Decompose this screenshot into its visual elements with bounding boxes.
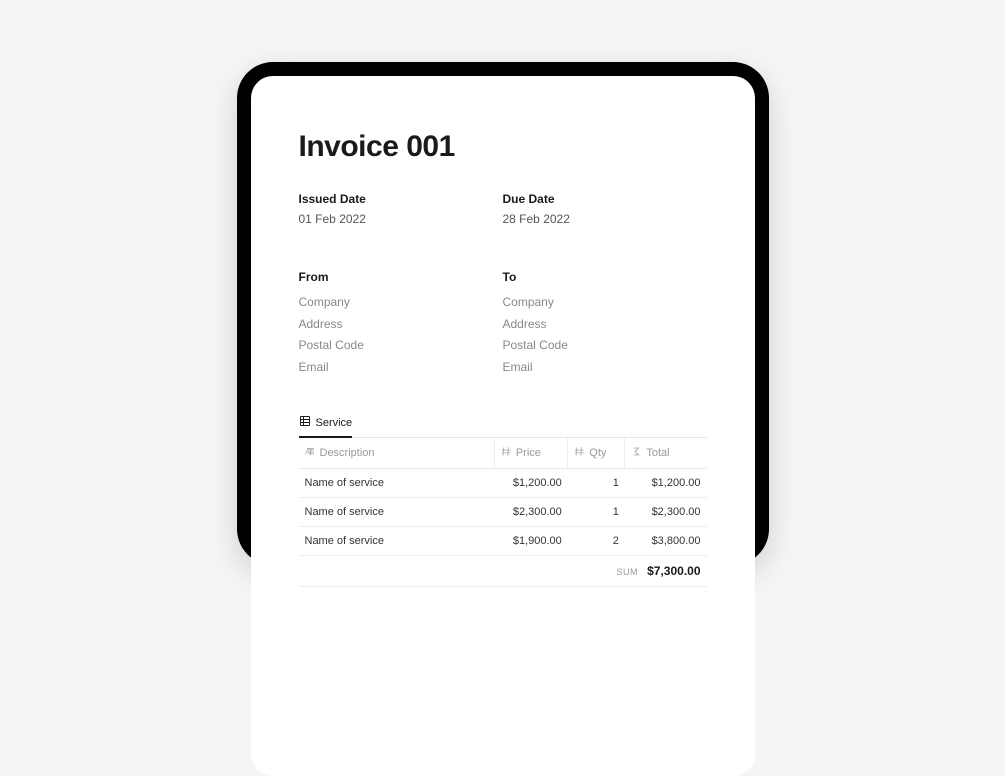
col-header-total[interactable]: Total <box>625 438 707 469</box>
cell-price: $1,900.00 <box>494 527 567 556</box>
cell-price: $2,300.00 <box>494 498 567 527</box>
to-email: Email <box>503 357 707 379</box>
from-block: From Company Address Postal Code Email <box>299 270 503 378</box>
sum-value: $7,300.00 <box>647 564 700 578</box>
cell-price: $1,200.00 <box>494 469 567 498</box>
to-postal: Postal Code <box>503 335 707 357</box>
due-date-label: Due Date <box>503 192 707 206</box>
table-row[interactable]: Name of service $2,300.00 1 $2,300.00 <box>299 498 707 527</box>
to-company: Company <box>503 292 707 314</box>
issued-date-label: Issued Date <box>299 192 503 206</box>
date-row: Issued Date 01 Feb 2022 Due Date 28 Feb … <box>299 192 707 226</box>
from-label: From <box>299 270 503 284</box>
cell-total: $3,800.00 <box>625 527 707 556</box>
from-company: Company <box>299 292 503 314</box>
cell-total: $1,200.00 <box>625 469 707 498</box>
from-postal: Postal Code <box>299 335 503 357</box>
svg-text:Aa: Aa <box>305 448 315 457</box>
to-block: To Company Address Postal Code Email <box>503 270 707 378</box>
to-address: Address <box>503 314 707 336</box>
cell-qty: 1 <box>568 498 625 527</box>
sum-label: SUM <box>617 567 645 577</box>
party-row: From Company Address Postal Code Email T… <box>299 270 707 378</box>
invoice-document: Invoice 001 Issued Date 01 Feb 2022 Due … <box>251 76 755 776</box>
table-tabs: Service <box>299 414 707 438</box>
cell-description: Name of service <box>299 498 495 527</box>
text-type-icon: Aa <box>305 446 316 460</box>
services-tbody: Name of service $1,200.00 1 $1,200.00 Na… <box>299 469 707 587</box>
cell-description: Name of service <box>299 469 495 498</box>
tab-service[interactable]: Service <box>299 415 353 438</box>
from-email: Email <box>299 357 503 379</box>
table-row[interactable]: Name of service $1,200.00 1 $1,200.00 <box>299 469 707 498</box>
sum-row: SUM $7,300.00 <box>299 556 707 587</box>
col-header-qty[interactable]: Qty <box>568 438 625 469</box>
cell-qty: 1 <box>568 469 625 498</box>
table-row[interactable]: Name of service $1,900.00 2 $3,800.00 <box>299 527 707 556</box>
number-icon <box>501 446 512 460</box>
due-date-value: 28 Feb 2022 <box>503 212 707 226</box>
col-header-price[interactable]: Price <box>494 438 567 469</box>
tab-service-label: Service <box>316 417 353 429</box>
table-icon <box>299 415 311 430</box>
issued-date-value: 01 Feb 2022 <box>299 212 503 226</box>
to-label: To <box>503 270 707 284</box>
page-title: Invoice 001 <box>299 130 707 164</box>
issued-date-block: Issued Date 01 Feb 2022 <box>299 192 503 226</box>
services-table: Aa Description Price <box>299 438 707 587</box>
due-date-block: Due Date 28 Feb 2022 <box>503 192 707 226</box>
col-header-description[interactable]: Aa Description <box>299 438 495 469</box>
cell-total: $2,300.00 <box>625 498 707 527</box>
number-icon <box>574 446 585 460</box>
cell-description: Name of service <box>299 527 495 556</box>
tablet-frame: Invoice 001 Issued Date 01 Feb 2022 Due … <box>237 62 769 565</box>
formula-icon <box>631 446 642 460</box>
cell-qty: 2 <box>568 527 625 556</box>
from-address: Address <box>299 314 503 336</box>
